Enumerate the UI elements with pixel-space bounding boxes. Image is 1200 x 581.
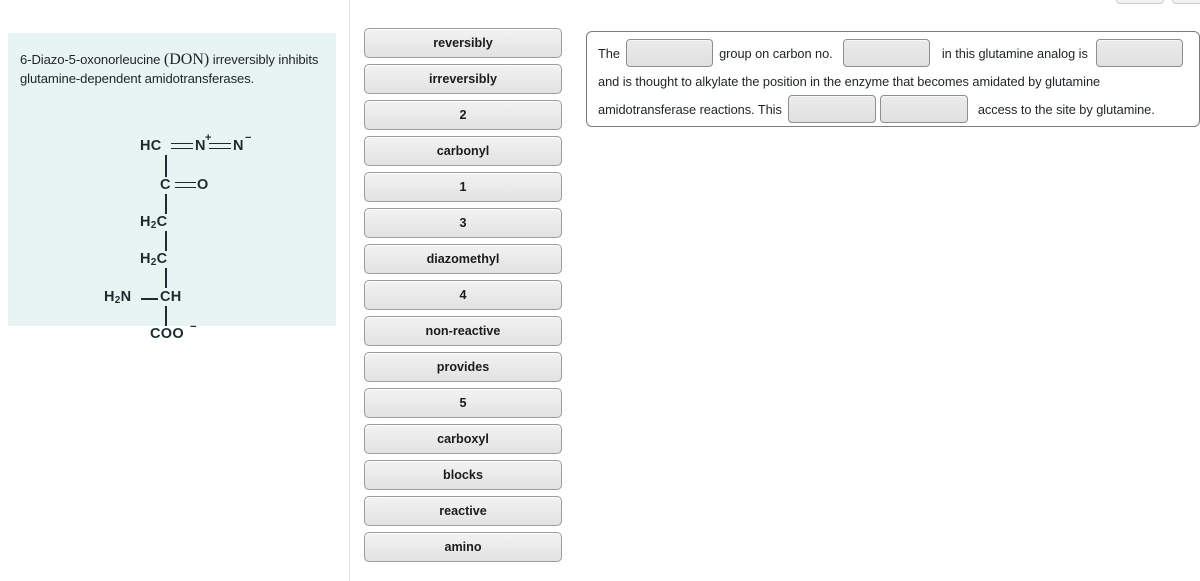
sentence-text-in-this-analog: in this glutamine analog is <box>941 45 1088 61</box>
word-bank-item[interactable]: blocks <box>364 460 562 490</box>
figure-panel: 6-Diazo-5-oxonorleucine (DON) irreversib… <box>8 33 336 342</box>
word-bank-item[interactable]: 5 <box>364 388 562 418</box>
word-bank-item[interactable]: amino <box>364 532 562 562</box>
word-bank-item-label: diazomethyl <box>426 252 500 266</box>
sentence-completion-panel: The group on carbon no. in this glutamin… <box>586 31 1200 127</box>
word-bank-item-label: reactive <box>439 504 487 518</box>
bond-ch2a-to-ch2b <box>165 231 167 251</box>
drop-slot-3[interactable] <box>1095 39 1183 67</box>
word-bank-item-label: 5 <box>459 396 467 410</box>
word-bank-item-label: carboxyl <box>437 432 489 446</box>
bond-ch2b-to-alpha-ch <box>165 268 167 288</box>
atom-label-ch2-a: H2C <box>140 214 168 232</box>
word-bank-item[interactable]: diazomethyl <box>364 244 562 274</box>
atom-label-hc: HC <box>140 138 162 154</box>
word-bank-item-label: carbonyl <box>436 144 490 158</box>
atom-label-carbonyl-o: O <box>197 177 209 193</box>
word-bank-item-label: 3 <box>459 216 467 230</box>
word-bank-item-label: provides <box>436 360 490 374</box>
word-bank-item[interactable]: reactive <box>364 496 562 526</box>
atom-label-amino: H2N <box>104 289 132 307</box>
atom-label-n-minus: N <box>233 138 244 154</box>
sentence-text-the: The <box>598 45 620 61</box>
word-bank-list: reversibly irreversibly 2 carbonyl 1 3 diazome… <box>364 28 562 568</box>
word-bank-item[interactable]: 2 <box>364 100 562 130</box>
charge-minus-carboxylate: − <box>190 321 197 333</box>
word-bank-item[interactable]: non-reactive <box>364 316 562 346</box>
word-bank-item-label: irreversibly <box>429 72 497 86</box>
word-bank-item[interactable]: 1 <box>364 172 562 202</box>
drop-slot-1[interactable] <box>625 39 714 67</box>
chemical-structure-don: HC N + N − C O H2C H2C H2N CH COO − <box>8 33 336 342</box>
sentence-line-2: and is thought to alkylate the position … <box>598 68 1189 94</box>
drop-slot-2[interactable] <box>842 39 930 67</box>
bond-carbonyl-to-ch2a <box>165 194 167 214</box>
atom-label-alpha-ch: CH <box>160 289 182 305</box>
sentence-text-group-on-carbon: group on carbon no. <box>719 45 833 61</box>
sentence-line-1: The group on carbon no. in this glutamin… <box>598 39 1189 67</box>
sentence-text-alkylate: and is thought to alkylate the position … <box>598 73 1101 89</box>
double-bond-c-o <box>175 182 196 188</box>
charge-minus-n2: − <box>245 132 252 144</box>
word-bank-item[interactable]: 4 <box>364 280 562 310</box>
word-bank-item[interactable]: 3 <box>364 208 562 238</box>
word-bank-item[interactable]: provides <box>364 352 562 382</box>
sentence-line-3: amidotransferase reactions. This access … <box>598 95 1189 123</box>
column-divider <box>349 0 350 581</box>
word-bank-item-label: blocks <box>443 468 483 482</box>
toolbar-chip-left[interactable] <box>1116 0 1164 4</box>
drop-slot-4[interactable] <box>787 95 876 123</box>
bond-n-to-alpha-ch <box>141 298 158 300</box>
toolbar-chip-right[interactable] <box>1172 0 1200 4</box>
bond-hc-to-carbonyl <box>165 155 167 177</box>
word-bank-item-label: amino <box>444 540 482 554</box>
sentence-text-amidotransferase: amidotransferase reactions. This <box>598 101 782 117</box>
word-bank-item-label: non-reactive <box>425 324 501 338</box>
double-bond-n1-n2 <box>209 143 231 149</box>
drop-slot-5[interactable] <box>879 95 968 123</box>
double-bond-hc-n1 <box>171 143 193 149</box>
word-bank-item[interactable]: irreversibly <box>364 64 562 94</box>
atom-label-ch2-b: H2C <box>140 251 168 269</box>
word-bank-item[interactable]: reversibly <box>364 28 562 58</box>
bond-alpha-ch-to-carboxylate <box>165 306 167 326</box>
sentence-text-access-to-site: access to the site by glutamine. <box>977 101 1155 117</box>
exercise-screen: 6-Diazo-5-oxonorleucine (DON) irreversib… <box>0 0 1200 581</box>
word-bank-item-label: 4 <box>459 288 467 302</box>
word-bank-item[interactable]: carboxyl <box>364 424 562 454</box>
word-bank-item-label: 2 <box>459 108 467 122</box>
word-bank-item[interactable]: carbonyl <box>364 136 562 166</box>
word-bank-item-label: reversibly <box>433 36 493 50</box>
atom-label-carboxylate: COO <box>150 326 184 342</box>
word-bank-item-label: 1 <box>459 180 467 194</box>
atom-label-carbonyl-c: C <box>160 177 171 193</box>
